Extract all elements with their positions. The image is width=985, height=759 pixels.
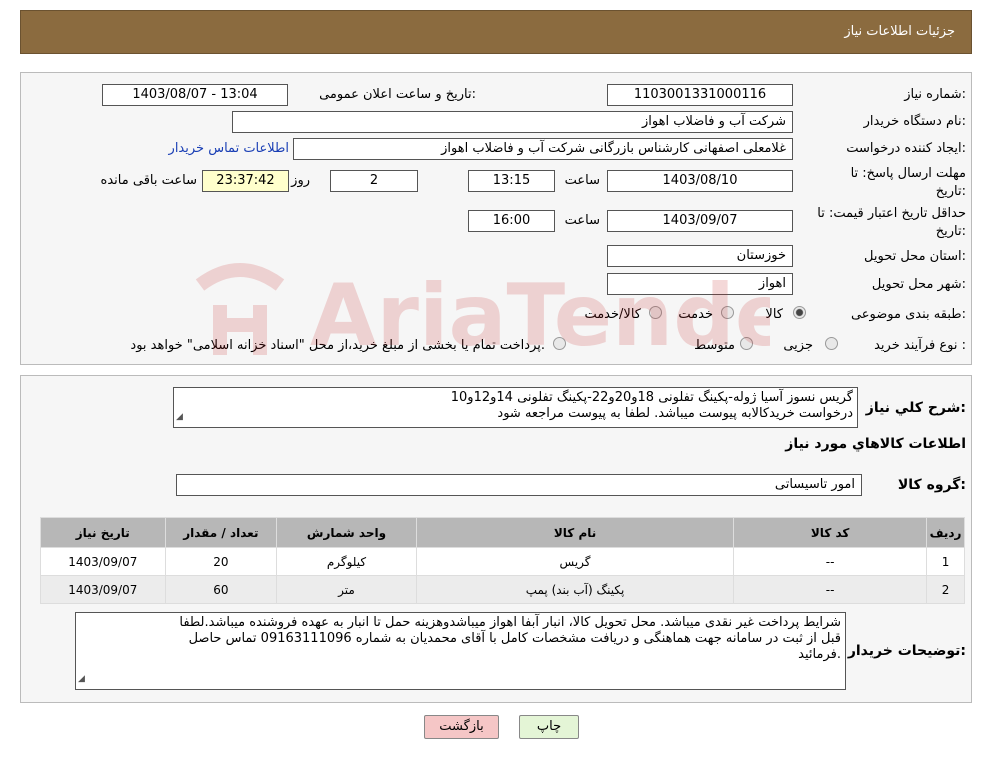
deadline-time-field: 13:15 <box>468 170 555 192</box>
cell-goods-name: گریس <box>415 547 735 576</box>
process-minor-radio[interactable] <box>825 337 838 350</box>
category-goods-service-label: کالا/خدمت <box>584 307 641 322</box>
page-title: جزئیات اطلاعات نیاز <box>844 24 955 39</box>
goods-section-title: اطلاعات کالاهاي مورد نياز <box>785 436 966 452</box>
remaining-label: ساعت باقی مانده <box>100 173 197 188</box>
col-quantity: تعداد / مقدار <box>164 517 278 548</box>
col-need-date: تاريخ نياز <box>40 517 166 548</box>
buyer-org-field: شرکت آب و فاضلاب اهواز <box>232 111 793 133</box>
process-medium-radio[interactable] <box>740 337 753 350</box>
deadline-date-field: 1403/08/10 <box>607 170 793 192</box>
col-unit: واحد شمارش <box>276 517 417 548</box>
deadline-label: مهلت ارسال پاسخ: تا <box>850 166 966 181</box>
price-validity-time-field: 16:00 <box>468 210 555 232</box>
cell-unit: متر <box>276 575 417 604</box>
treasury-payment-checkbox[interactable] <box>553 337 566 350</box>
category-service-radio[interactable] <box>721 306 734 319</box>
category-label: طبقه بندی موضوعی: <box>850 307 966 322</box>
cell-quantity: 60 <box>164 575 278 604</box>
category-goods-service-radio[interactable] <box>649 306 662 319</box>
resize-handle-icon[interactable]: ◢ <box>176 409 183 425</box>
announce-label: تاریخ و ساعت اعلان عمومی: <box>319 87 476 102</box>
process-label: نوع فرآیند خرید : <box>874 338 966 353</box>
buyer-notes-field[interactable]: شرایط پرداخت غیر نقدی میباشد. محل تحویل … <box>75 612 846 690</box>
deadline-label-2: تاریخ: <box>935 184 966 199</box>
category-service-label: خدمت <box>678 307 713 322</box>
deadline-time-label: ساعت <box>564 173 600 188</box>
buyer-org-label: نام دستگاه خریدار: <box>863 114 966 129</box>
cell-unit: کیلوگرم <box>276 547 417 576</box>
cell-need-date: 1403/09/07 <box>40 547 166 576</box>
province-label: استان محل تحویل: <box>864 249 966 264</box>
page-header: جزئیات اطلاعات نیاز <box>20 10 972 54</box>
city-field: اهواز <box>607 273 793 295</box>
category-goods-radio[interactable] <box>793 306 806 319</box>
city-label: شهر محل تحویل: <box>871 277 966 292</box>
table-row: 1403/09/07 20 کیلوگرم گریس -- 1 <box>40 547 965 576</box>
treasury-note: پرداخت تمام یا بخشی از مبلغ خرید،از محل … <box>130 338 545 353</box>
col-goods-name: نام کالا <box>415 517 735 548</box>
buyer-notes-line-3: فرمائید. <box>798 647 841 662</box>
price-validity-label: حداقل تاریخ اعتبار قیمت: تا <box>817 206 966 221</box>
creator-label: ایجاد کننده درخواست: <box>846 141 966 156</box>
resize-handle-icon[interactable]: ◢ <box>78 671 85 687</box>
creator-field: غلامعلی اصفهانی کارشناس بازرگانی شرکت آب… <box>293 138 793 160</box>
process-medium-label: متوسط <box>694 338 735 353</box>
table-header-row: تاريخ نياز تعداد / مقدار واحد شمارش نام … <box>40 517 965 548</box>
need-number-label: شماره نیاز: <box>904 87 966 102</box>
price-validity-label-2: تاریخ: <box>935 224 966 239</box>
price-validity-time-label: ساعت <box>564 213 600 228</box>
buyer-notes-line-1: شرایط پرداخت غیر نقدی میباشد. محل تحویل … <box>179 615 841 630</box>
goods-group-field: امور تاسیساتی <box>176 474 862 496</box>
col-goods-code: کد کالا <box>733 517 928 548</box>
cell-quantity: 20 <box>164 547 278 576</box>
cell-row: 2 <box>926 575 965 604</box>
cell-row: 1 <box>926 547 965 576</box>
back-button[interactable]: بازگشت <box>424 715 499 739</box>
col-row: رديف <box>926 517 965 548</box>
general-description-field[interactable]: گریس نسوز آسیا ژوله-پکینگ تفلونی 18و20و2… <box>173 387 858 428</box>
buyer-notes-label: توضیحات خریدار: <box>847 643 966 659</box>
price-validity-date-field: 1403/09/07 <box>607 210 793 232</box>
province-field: خوزستان <box>607 245 793 267</box>
print-button[interactable]: چاپ <box>519 715 579 739</box>
process-minor-label: جزیی <box>783 338 813 353</box>
general-description-line-1: گریس نسوز آسیا ژوله-پکینگ تفلونی 18و20و2… <box>450 390 853 405</box>
need-number-field: 1103001331000116 <box>607 84 793 106</box>
announce-datetime-field: 1403/08/07 - 13:04 <box>102 84 288 106</box>
goods-group-label: گروه کالا: <box>897 477 966 493</box>
table-row: 1403/09/07 60 متر پکینگ (آب بند) پمپ -- … <box>40 575 965 604</box>
cell-goods-code: -- <box>733 575 928 604</box>
cell-need-date: 1403/09/07 <box>40 575 166 604</box>
general-description-line-2: درخواست خریدکالابه پیوست میباشد. لطفا به… <box>497 406 853 421</box>
buyer-contact-link[interactable]: اطلاعات تماس خریدار <box>169 141 289 156</box>
category-goods-label: کالا <box>765 307 783 322</box>
remaining-time-field: 23:37:42 <box>202 170 289 192</box>
cell-goods-name: پکینگ (آب بند) پمپ <box>415 575 735 604</box>
general-description-label: شرح کلي نياز: <box>865 400 966 416</box>
cell-goods-code: -- <box>733 547 928 576</box>
buyer-notes-line-2: قبل از ثبت در سامانه جهت هماهنگی و دریاف… <box>188 631 841 646</box>
goods-table: تاريخ نياز تعداد / مقدار واحد شمارش نام … <box>40 517 965 604</box>
days-remaining-field: 2 <box>330 170 418 192</box>
